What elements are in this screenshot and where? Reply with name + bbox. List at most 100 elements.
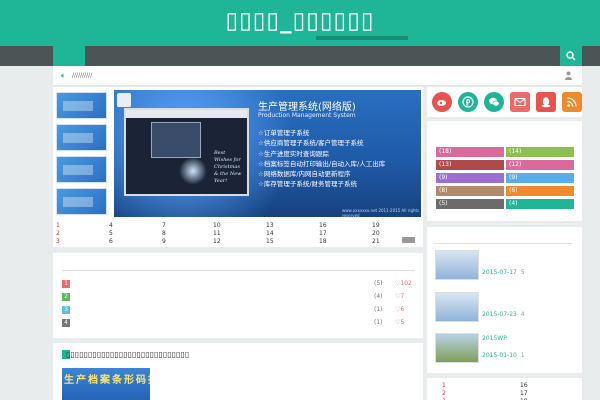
grid-link[interactable]: 15: [266, 238, 274, 246]
post-thumbnail[interactable]: [435, 292, 479, 322]
popular-list: 1 (5) ♡102 2 (4) ♡7 3 (1) ♡6 4 (1) ♡5: [62, 278, 414, 330]
like-count[interactable]: ♡6: [395, 306, 404, 313]
comment-count: (4): [374, 293, 383, 300]
banner-title: 生产管理系统(网络版): [258, 102, 356, 113]
grid-link[interactable]: 18: [319, 238, 327, 246]
tag-item[interactable]: (4): [506, 199, 574, 209]
main-navbar: [0, 46, 600, 66]
grid-link[interactable]: 3: [56, 238, 60, 246]
archive-link[interactable]: 2: [442, 390, 446, 398]
list-item[interactable]: 3 (1) ♡6: [62, 304, 414, 317]
post-count: 4: [520, 311, 525, 318]
grid-link[interactable]: 21: [372, 238, 380, 246]
grid-link[interactable]: 20: [372, 230, 380, 238]
post-title[interactable]: 2015WP: [482, 335, 507, 342]
recent-post-item[interactable]: 2015WP 2015-01-10 1: [435, 333, 575, 365]
banner-feature: ☆库存管理子系统/财务管理子系统: [258, 180, 358, 189]
grid-link[interactable]: 4: [109, 222, 113, 230]
grid-link[interactable]: 9: [162, 238, 166, 246]
section-divider: [62, 270, 414, 271]
grid-link[interactable]: 19: [372, 222, 380, 230]
grid-link[interactable]: 11: [213, 230, 221, 238]
number-grid: 1 4 7 10 13 16 19 2 5 8 11 14 17 20 3 6 …: [56, 222, 416, 246]
weibo-icon[interactable]: [432, 92, 452, 112]
post-meta: 2015-07-17 5: [482, 269, 525, 276]
list-item[interactable]: 1 (5) ♡102: [62, 278, 414, 291]
grid-link[interactable]: 13: [266, 222, 274, 230]
grid-link[interactable]: 7: [162, 222, 166, 230]
comment-count: (1): [374, 319, 383, 326]
featured-banner[interactable]: Best Wishes for Christmas & the New Year…: [114, 90, 421, 217]
tag-item[interactable]: (18): [436, 147, 504, 157]
search-button[interactable]: [560, 46, 582, 66]
post-thumbnail[interactable]: [435, 333, 479, 363]
list-item[interactable]: 2 (4) ♡7: [62, 291, 414, 304]
banner-subtitle: Production Management System: [258, 112, 356, 119]
rank-badge: 3: [62, 306, 70, 314]
search-icon: [566, 51, 576, 61]
archive-link[interactable]: 16: [520, 382, 528, 390]
tag-item[interactable]: (5): [436, 199, 504, 209]
archive-row: 2 17: [434, 390, 574, 398]
notice-text: //////////: [72, 72, 93, 79]
archive-link[interactable]: 1: [442, 382, 446, 390]
tag-item[interactable]: (9): [436, 173, 504, 183]
list-item[interactable]: 4 (1) ♡5: [62, 317, 414, 330]
login-dialog-image: [151, 122, 201, 158]
more-button[interactable]: [402, 237, 415, 243]
grid-link[interactable]: 2: [56, 230, 60, 238]
post-thumbnail[interactable]: 生产档案条形码批出仓: [62, 368, 150, 400]
archive-row: 1 16: [434, 382, 574, 390]
slider-thumbnail[interactable]: [56, 156, 107, 183]
slider-thumbnail[interactable]: [56, 188, 107, 215]
like-count[interactable]: ♡5: [395, 319, 404, 326]
like-count[interactable]: ♡7: [395, 293, 404, 300]
user-icon[interactable]: [565, 71, 572, 80]
banner-feature: ☆生产进度实时查询跟踪: [258, 149, 329, 158]
post-date: 2015-01-10: [482, 352, 517, 359]
tag-item[interactable]: (8): [436, 186, 504, 196]
post-meta: 2015-07-23 4: [482, 311, 525, 318]
grid-link[interactable]: 1: [56, 222, 60, 230]
grid-row: 3 6 9 12 15 18 21: [56, 238, 416, 246]
rank-badge: 1: [62, 280, 70, 288]
grid-link[interactable]: 5: [109, 230, 113, 238]
recent-post-item[interactable]: 2015-07-17 5: [435, 250, 575, 282]
tag-item[interactable]: (6): [506, 186, 574, 196]
pinterest-icon[interactable]: [458, 92, 478, 112]
qq-icon[interactable]: [536, 92, 556, 112]
section-divider: [434, 243, 572, 244]
like-count[interactable]: ♡102: [395, 280, 412, 287]
banner-feature: ☆供应商管理子系统/客户管理子系统: [258, 139, 364, 148]
post-image-text: 生产档案条形码批出仓: [64, 375, 150, 386]
comment-count: (1): [374, 306, 383, 313]
tag-item[interactable]: (13): [436, 160, 504, 170]
post-meta: 2015-01-10 1: [482, 352, 525, 359]
post-thumbnail[interactable]: [435, 250, 479, 280]
grid-link[interactable]: 17: [319, 230, 327, 238]
wechat-icon[interactable]: [484, 92, 504, 112]
slider-thumbnails: [56, 92, 108, 220]
tag-item[interactable]: (9): [506, 173, 574, 183]
grid-link[interactable]: 6: [109, 238, 113, 246]
mail-icon[interactable]: [510, 92, 530, 112]
grid-link[interactable]: 12: [213, 238, 221, 246]
grid-link[interactable]: 10: [213, 222, 221, 230]
slider-thumbnail[interactable]: [56, 92, 107, 119]
nav-home-tab[interactable]: [53, 46, 85, 66]
recent-post-item[interactable]: 2015-07-23 4: [435, 292, 575, 324]
banner-logo-icon: [117, 93, 131, 107]
tag-item[interactable]: (12): [506, 160, 574, 170]
tag-item[interactable]: (14): [506, 147, 574, 157]
notice-bar: 🔈︎ //////////: [53, 66, 582, 86]
grid-link[interactable]: 14: [266, 230, 274, 238]
grid-link[interactable]: 16: [319, 222, 327, 230]
post-title[interactable]: ▯▯▯▯▯▯▯▯▯▯▯▯▯▯▯▯▯▯▯▯▯▯▯▯▯▯▯▯: [66, 350, 189, 360]
archive-list: 1 16 2 17 3 18: [434, 382, 574, 400]
slider-thumbnail[interactable]: [56, 124, 107, 151]
grid-link[interactable]: 8: [162, 230, 166, 238]
comment-count: (5): [374, 280, 383, 287]
rss-icon[interactable]: [562, 92, 582, 112]
archive-link[interactable]: 17: [520, 390, 528, 398]
site-title[interactable]: ▯▯▯▯_▯▯▯▯▯▯: [0, 8, 600, 40]
